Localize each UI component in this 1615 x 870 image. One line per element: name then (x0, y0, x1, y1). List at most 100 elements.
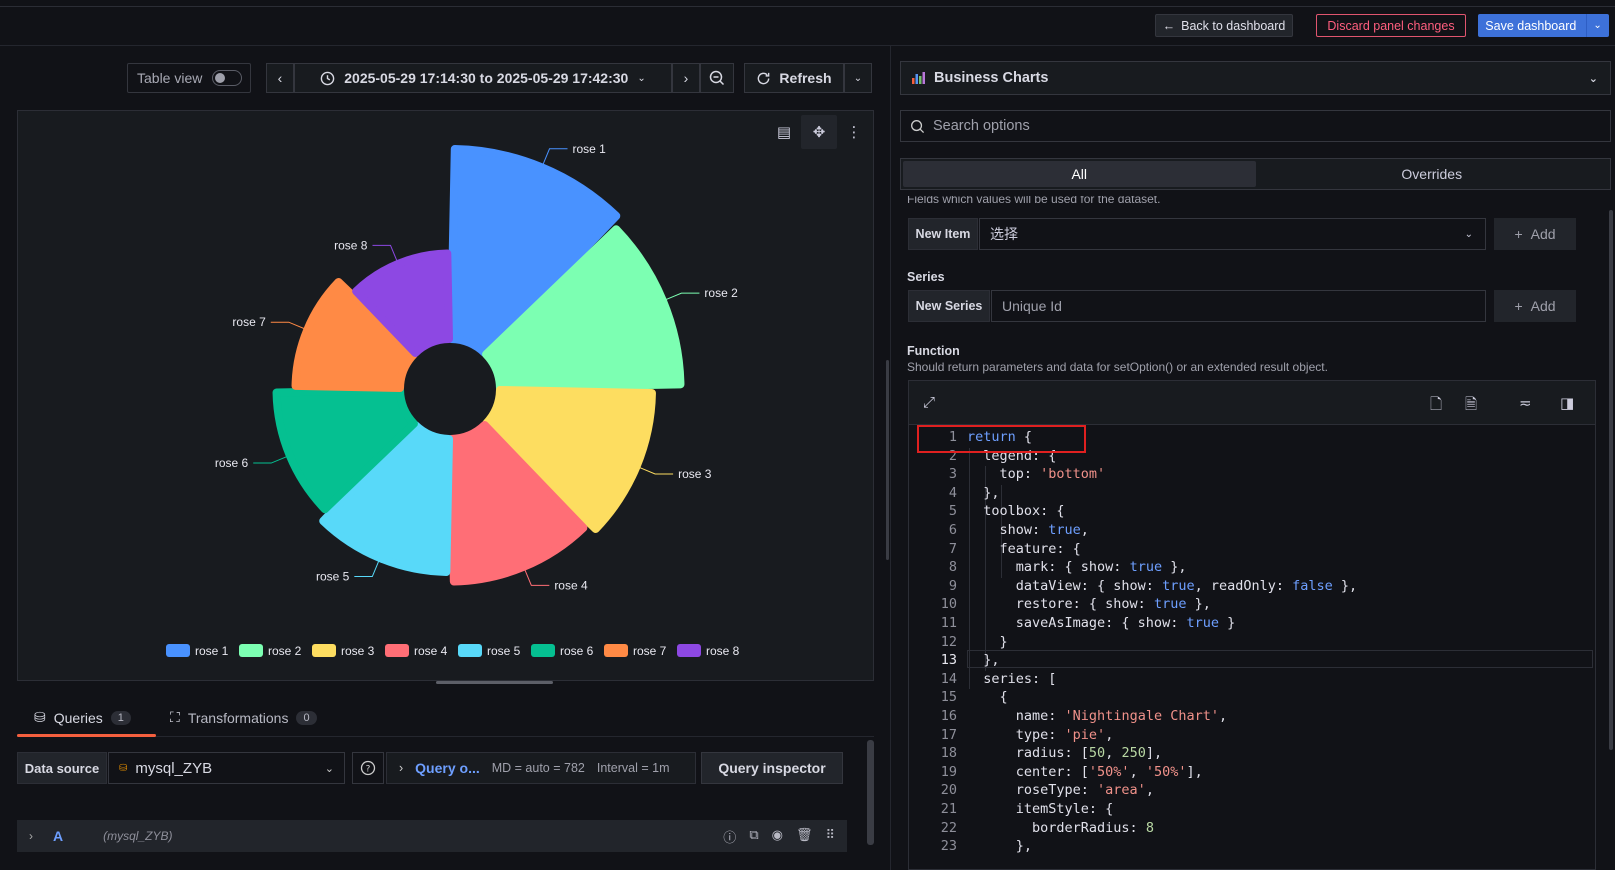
chevron-down-icon: ⌄ (324, 762, 334, 775)
legend-label[interactable]: rose 6 (560, 644, 594, 658)
discard-panel-changes-button[interactable]: Discard panel changes (1316, 14, 1466, 37)
code-line[interactable]: name: 'Nightingale Chart', (967, 708, 1227, 724)
code-line[interactable]: } (967, 634, 1008, 650)
legend-swatch[interactable] (312, 644, 336, 657)
expand-icon[interactable]: ⤢ (923, 394, 935, 411)
mysql-icon: ⛁ (119, 762, 128, 774)
line-number: 5 (948, 503, 957, 520)
new-item-select[interactable]: 选择 ⌄ (979, 218, 1486, 250)
legend-label[interactable]: rose 3 (341, 644, 375, 658)
time-forward-button[interactable]: › (672, 63, 700, 93)
data-source-select[interactable]: ⛁ mysql_ZYB ⌄ (108, 752, 345, 784)
code-line[interactable]: center: ['50%', '50%'], (967, 764, 1203, 780)
move-icon[interactable]: ✥ (801, 115, 837, 149)
legend-swatch[interactable] (458, 644, 482, 657)
wrap-lines-icon[interactable]: ≂ (1519, 394, 1532, 412)
code-line[interactable]: borderRadius: 8 (967, 820, 1154, 836)
legend-label[interactable]: rose 1 (195, 644, 229, 658)
legend-item[interactable]: rose 4 (385, 644, 448, 658)
tab-queries[interactable]: ⛁ Queries 1 (34, 709, 131, 726)
code-line[interactable]: }, (967, 652, 999, 668)
legend-swatch[interactable] (385, 644, 409, 657)
query-pane-scrollbar[interactable] (867, 740, 874, 845)
code-line[interactable]: saveAsImage: { show: true } (967, 615, 1235, 631)
eye-icon[interactable]: ◉ (772, 827, 783, 846)
trash-icon[interactable]: 🗑 (796, 827, 813, 846)
search-options-input[interactable]: Search options (900, 110, 1611, 142)
save-dashboard-button[interactable]: Save dashboard ⌄ (1478, 14, 1609, 37)
code-line[interactable]: }, (967, 838, 1032, 854)
legend-label[interactable]: rose 2 (268, 644, 302, 658)
code-line[interactable]: }, (967, 485, 999, 501)
legend-item[interactable]: rose 7 (604, 644, 667, 658)
legend-swatch[interactable] (677, 644, 701, 657)
chevron-down-icon[interactable]: ⌄ (1593, 20, 1601, 31)
legend-item[interactable]: rose 6 (531, 644, 594, 658)
slice-label: rose 4 (554, 578, 588, 592)
query-name[interactable]: A (53, 828, 63, 844)
query-options[interactable]: › Query o... MD = auto = 782 Interval = … (386, 752, 696, 784)
duplicate-icon[interactable]: ⧉ (749, 827, 758, 846)
legend-item[interactable]: rose 2 (239, 644, 302, 658)
code-line[interactable]: radius: [50, 250], (967, 745, 1162, 761)
legend-item[interactable]: rose 5 (458, 644, 521, 658)
legend-item[interactable]: rose 8 (677, 644, 740, 658)
more-menu-icon[interactable]: ⋮ (841, 119, 867, 145)
legend-item[interactable]: rose 3 (312, 644, 375, 658)
code-line[interactable]: toolbox: { (967, 503, 1064, 519)
toggle-switch[interactable] (212, 70, 243, 86)
query-row[interactable]: › A (mysql_ZYB) ⓘ ⧉ ◉ 🗑 ⠿ (17, 820, 847, 852)
code-line[interactable]: itemStyle: { (967, 801, 1114, 817)
options-scrollbar[interactable] (1609, 210, 1613, 750)
code-line[interactable]: type: 'pie', (967, 727, 1114, 743)
table-view-toggle[interactable]: Table view (127, 63, 251, 93)
help-icon[interactable]: ⓘ (723, 827, 736, 846)
legend-item[interactable]: rose 1 (166, 644, 229, 658)
panel-scrollbar[interactable] (436, 681, 553, 684)
time-range-picker[interactable]: 2025-05-29 17:14:30 to 2025-05-29 17:42:… (294, 63, 672, 93)
code-line[interactable]: { (967, 689, 1008, 705)
code-line[interactable]: top: 'bottom' (967, 466, 1106, 482)
minimap-icon[interactable]: ◨ (1560, 394, 1574, 412)
data-view-icon[interactable]: ▤ (771, 119, 797, 145)
visualization-picker[interactable]: Business Charts ⌄ (900, 61, 1611, 95)
add-item-button[interactable]: + Add (1494, 218, 1576, 250)
zoom-out-button[interactable] (700, 63, 734, 93)
legend-label[interactable]: rose 7 (633, 644, 667, 658)
chevron-right-icon[interactable]: › (29, 829, 33, 843)
add-series-button[interactable]: + Add (1494, 290, 1576, 322)
legend-label[interactable]: rose 8 (706, 644, 740, 658)
legend-label[interactable]: rose 5 (487, 644, 521, 658)
back-to-dashboard-button[interactable]: ← Back to dashboard (1155, 14, 1293, 37)
code-editor[interactable]: ⤢ 🗋 🗎 ≂ ◨ 1 return {2 legend: {3 top: 'bo… (908, 380, 1596, 870)
left-pane-scrollbar[interactable] (886, 360, 889, 560)
code-line[interactable]: feature: { (967, 541, 1081, 557)
code-line[interactable]: mark: { show: true }, (967, 559, 1187, 575)
tab-all[interactable]: All (903, 161, 1256, 187)
tab-transformations[interactable]: ⛶ Transformations 0 (170, 709, 317, 726)
data-source-help-button[interactable]: ? (352, 752, 384, 784)
query-options-link[interactable]: Query o... (415, 760, 480, 776)
legend-swatch[interactable] (166, 644, 190, 657)
legend-swatch[interactable] (531, 644, 555, 657)
code-line[interactable]: roseType: 'area', (967, 782, 1154, 798)
tab-overrides[interactable]: Overrides (1256, 161, 1609, 187)
file-icon[interactable]: 🗋 (1430, 394, 1442, 419)
label-line (270, 321, 306, 330)
query-inspector-button[interactable]: Query inspector (701, 752, 843, 784)
refresh-button[interactable]: Refresh (744, 63, 844, 93)
series-id-input[interactable]: Unique Id (991, 290, 1486, 322)
database-icon: ⛁ (34, 709, 46, 725)
refresh-interval-dropdown[interactable]: ⌄ (844, 63, 872, 93)
legend-swatch[interactable] (604, 644, 628, 657)
drag-handle-icon[interactable]: ⠿ (825, 827, 835, 846)
document-icon[interactable]: 🗎 (1465, 394, 1477, 419)
legend-swatch[interactable] (239, 644, 263, 657)
code-line[interactable]: restore: { show: true }, (967, 596, 1211, 612)
legend-label[interactable]: rose 4 (414, 644, 448, 658)
time-back-button[interactable]: ‹ (266, 63, 294, 93)
code-line[interactable]: series: [ (967, 671, 1056, 687)
code-line[interactable]: show: true, (967, 522, 1089, 538)
code-line[interactable]: dataView: { show: true, readOnly: false … (967, 578, 1357, 594)
table-view-label: Table view (137, 70, 203, 86)
